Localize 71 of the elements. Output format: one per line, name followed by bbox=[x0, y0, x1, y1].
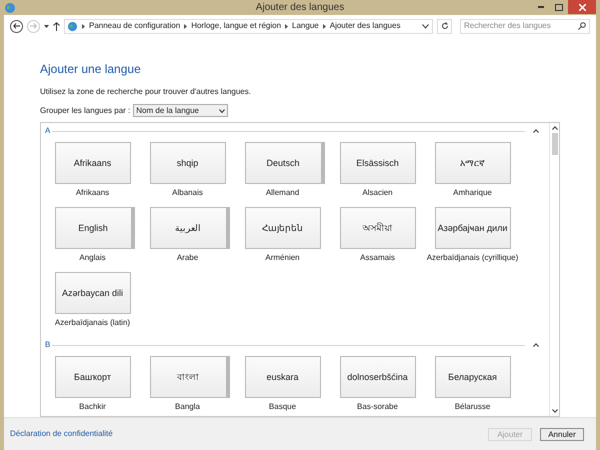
language-tile[interactable]: dolnoserbšćina bbox=[340, 356, 416, 398]
page-heading: Ajouter une langue bbox=[40, 61, 142, 78]
language-tile[interactable]: Беларуская bbox=[434, 356, 510, 398]
language-name: Bas-sorabe bbox=[357, 401, 398, 413]
language-name: Bachkir bbox=[79, 401, 106, 413]
chevron-right-icon bbox=[184, 24, 188, 28]
chevron-right-icon bbox=[285, 24, 288, 28]
language-tile[interactable]: Afrikaans bbox=[54, 142, 130, 184]
language-tile[interactable]: العربية bbox=[150, 207, 230, 249]
dialog-button[interactable]: Annuler bbox=[540, 428, 584, 440]
refresh-button[interactable] bbox=[437, 18, 452, 34]
group-by-label: Grouper les langues par : bbox=[40, 104, 130, 116]
close-button[interactable] bbox=[568, 0, 596, 14]
language-tile[interactable]: shqip bbox=[150, 142, 226, 184]
address-bar[interactable]: Panneau de configuration Horloge, langue et région Langue Ajouter des langues bbox=[64, 18, 433, 34]
up-arrow-icon[interactable] bbox=[53, 22, 60, 30]
group-letter: B bbox=[45, 339, 50, 351]
language-tile[interactable]: Башҡорт bbox=[54, 356, 130, 398]
breadcrumb-item[interactable]: Panneau de configuration bbox=[89, 20, 180, 32]
language-name: Anglais bbox=[79, 252, 106, 264]
privacy-link[interactable]: Déclaration de confidentialité bbox=[10, 428, 113, 440]
language-name: Amharique bbox=[453, 187, 492, 199]
language-tile[interactable]: Հայերեն bbox=[244, 207, 320, 249]
minimize-icon bbox=[538, 6, 544, 8]
close-icon bbox=[578, 4, 586, 10]
forward-arrow-icon bbox=[30, 23, 37, 29]
group-letter: A bbox=[45, 125, 50, 137]
chevron-right-icon bbox=[322, 24, 326, 28]
language-tile[interactable]: English bbox=[54, 207, 134, 249]
breadcrumb-item[interactable]: Langue bbox=[292, 20, 319, 32]
language-name: Albanais bbox=[172, 187, 203, 199]
language-name: Arménien bbox=[265, 252, 300, 264]
scrollbar[interactable] bbox=[549, 123, 559, 416]
language-name: Azerbaïdjanais (latin) bbox=[54, 317, 130, 329]
hint-text: Utilisez la zone de recherche pour trouver d'autres langues. bbox=[40, 86, 252, 98]
chevron-right-icon bbox=[82, 24, 85, 28]
breadcrumb-item[interactable]: Horloge, langue et région bbox=[191, 20, 282, 32]
maximize-icon bbox=[555, 4, 563, 10]
language-tile[interactable]: Азәрбајҹан дили bbox=[434, 207, 510, 249]
language-tile[interactable]: বাংলা bbox=[150, 356, 230, 398]
language-tile[interactable]: Elsässisch bbox=[340, 142, 416, 184]
window-title: Ajouter des langues bbox=[256, 1, 344, 15]
scroll-up-icon[interactable] bbox=[552, 126, 558, 130]
dropdown-caret-icon[interactable] bbox=[44, 24, 49, 28]
language-tile[interactable]: অসমীয়া bbox=[340, 207, 416, 249]
chevron-down-icon bbox=[219, 108, 226, 112]
search-icon bbox=[578, 22, 586, 30]
language-tile[interactable]: euskara bbox=[244, 356, 320, 398]
language-name: Allemand bbox=[266, 187, 300, 199]
group-by-dropdown[interactable]: Nom de la langue bbox=[133, 104, 228, 117]
language-name: Bélarusse bbox=[454, 401, 490, 413]
language-name: Assamais bbox=[360, 252, 395, 264]
language-tile[interactable]: Azərbaycan dili bbox=[54, 272, 130, 314]
language-name: Bangla bbox=[175, 401, 200, 413]
back-button[interactable] bbox=[10, 20, 23, 32]
search-field[interactable]: Rechercher des langues bbox=[460, 18, 590, 34]
chevron-down-icon[interactable] bbox=[422, 24, 429, 28]
language-tile[interactable]: አማርኛ bbox=[434, 142, 510, 184]
language-tile[interactable]: Deutsch bbox=[244, 142, 324, 184]
scroll-down-icon[interactable] bbox=[552, 409, 558, 413]
language-name: Basque bbox=[268, 401, 296, 413]
language-name: Azerbaïdjanais (cyrillique) bbox=[426, 252, 518, 264]
refresh-icon bbox=[440, 22, 448, 30]
collapse-icon[interactable] bbox=[533, 343, 539, 347]
language-name: Arabe bbox=[176, 252, 198, 264]
language-name: Afrikaans bbox=[76, 187, 110, 199]
scroll-thumb[interactable] bbox=[552, 133, 558, 155]
back-arrow-icon bbox=[13, 23, 20, 29]
language-name: Alsacien bbox=[362, 187, 393, 199]
breadcrumb-item[interactable]: Ajouter des langues bbox=[330, 20, 400, 32]
collapse-icon[interactable] bbox=[533, 129, 539, 133]
